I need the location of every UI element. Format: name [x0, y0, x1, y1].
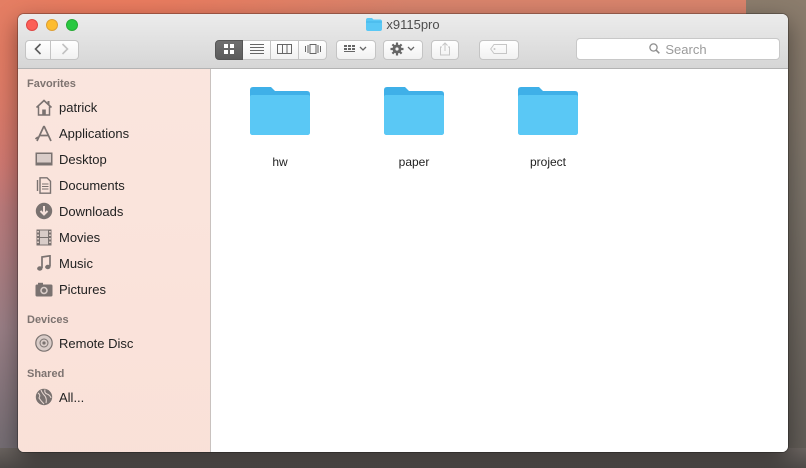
- disc-icon: [34, 334, 53, 352]
- cover-flow-view-button[interactable]: [299, 40, 327, 60]
- folder-item[interactable]: project: [500, 86, 596, 169]
- finder-window: x9115pro Search Favorites patrick Applic…: [18, 14, 788, 452]
- folder-icon: [517, 87, 579, 140]
- tag-icon: [490, 43, 508, 57]
- share-icon: [439, 41, 451, 59]
- home-icon: [34, 98, 53, 116]
- sidebar-item-label: Remote Disc: [59, 335, 134, 351]
- tags-button[interactable]: [479, 40, 519, 60]
- sidebar-item-label: Movies: [59, 229, 101, 245]
- sidebar-header-devices: Devices: [27, 314, 69, 326]
- folder-item[interactable]: hw: [232, 86, 328, 169]
- icon-grid-icon: [224, 41, 234, 59]
- network-icon: [34, 388, 53, 406]
- window-title-group: x9115pro: [18, 17, 788, 34]
- folder-name: project: [529, 155, 567, 169]
- sidebar-item-music[interactable]: Music: [34, 252, 93, 274]
- folder-icon: [366, 18, 383, 34]
- search-placeholder: Search: [665, 41, 707, 57]
- music-icon: [34, 254, 53, 272]
- chevron-left-icon: [34, 42, 42, 58]
- pictures-icon: [34, 280, 53, 298]
- folder-name: hw: [272, 155, 288, 169]
- folder-name: paper: [398, 155, 430, 169]
- sidebar-item-label: patrick: [59, 99, 98, 115]
- action-button[interactable]: [383, 40, 423, 60]
- arrange-button[interactable]: [336, 40, 376, 60]
- sidebar-item-applications[interactable]: Applications: [34, 122, 129, 144]
- forward-button[interactable]: [51, 40, 79, 60]
- icon-view-button[interactable]: [215, 40, 243, 60]
- gear-icon: [390, 42, 416, 59]
- back-button[interactable]: [25, 40, 51, 60]
- cover-flow-icon: [304, 41, 321, 59]
- movies-icon: [34, 228, 53, 246]
- desktop-icon: [34, 150, 53, 168]
- sidebar-item-downloads[interactable]: Downloads: [34, 200, 123, 222]
- sidebar-item-label: All...: [59, 389, 85, 405]
- view-mode-group: [215, 40, 327, 60]
- search-icon: [649, 42, 661, 57]
- arrange-icon: [344, 43, 368, 57]
- sidebar-header-favorites: Favorites: [27, 78, 76, 90]
- sidebar-item-remote-disc[interactable]: Remote Disc: [34, 332, 133, 354]
- sidebar-item-all-shared[interactable]: All...: [34, 386, 84, 408]
- sidebar-item-label: Downloads: [59, 203, 124, 219]
- folder-icon: [383, 87, 445, 140]
- sidebar: Favorites patrick Applications Desktop D…: [18, 69, 211, 452]
- sidebar-item-desktop[interactable]: Desktop: [34, 148, 107, 170]
- sidebar-item-documents[interactable]: Documents: [34, 174, 125, 196]
- sidebar-item-label: Desktop: [59, 151, 107, 167]
- folder-icon: [249, 87, 311, 140]
- window-title: x9115pro: [386, 17, 440, 32]
- applications-icon: [34, 124, 53, 142]
- sidebar-item-pictures[interactable]: Pictures: [34, 278, 106, 300]
- file-icon-view: hw paper project: [211, 69, 788, 452]
- sidebar-item-patrick[interactable]: patrick: [34, 96, 97, 118]
- chevron-right-icon: [61, 42, 69, 58]
- column-view-button[interactable]: [271, 40, 299, 60]
- sidebar-header-shared: Shared: [27, 368, 65, 380]
- sidebar-item-label: Pictures: [59, 281, 106, 297]
- list-icon: [249, 41, 264, 59]
- columns-icon: [277, 41, 292, 59]
- sidebar-item-movies[interactable]: Movies: [34, 226, 100, 248]
- documents-icon: [34, 176, 53, 194]
- sidebar-item-label: Music: [59, 255, 93, 271]
- title-bar: x9115pro Search: [18, 14, 788, 69]
- list-view-button[interactable]: [243, 40, 271, 60]
- search-field[interactable]: Search: [576, 38, 780, 60]
- sidebar-item-label: Documents: [59, 177, 125, 193]
- folder-item[interactable]: paper: [366, 86, 462, 169]
- sidebar-item-label: Applications: [59, 125, 130, 141]
- downloads-icon: [34, 202, 53, 220]
- share-button[interactable]: [431, 40, 459, 60]
